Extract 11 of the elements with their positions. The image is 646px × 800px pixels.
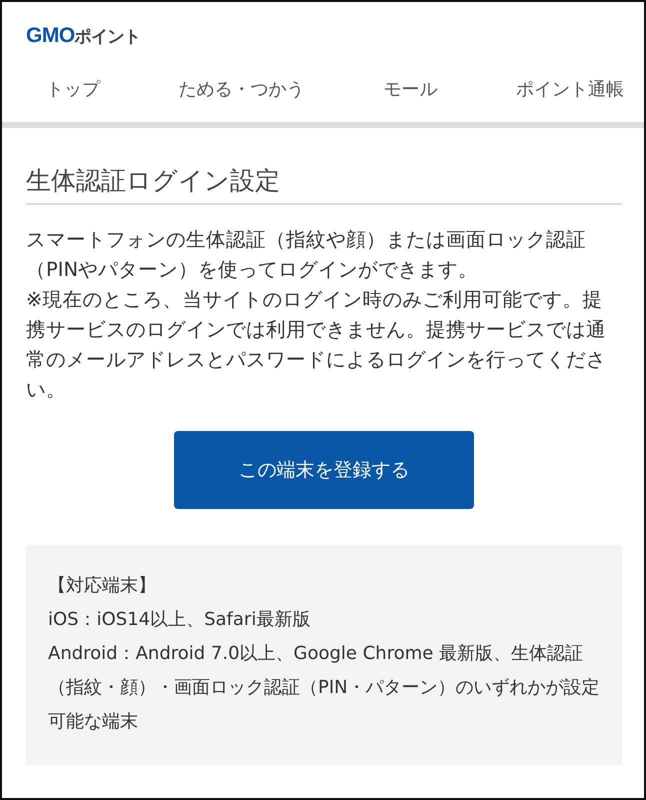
panel-heading: 【対応端末】 [48,574,157,598]
register-device-button[interactable]: この端末を登録する [174,431,474,509]
device-requirement-text: Android：Android 7.0以上、Google Chrome 最新版、生体認証（指紋・顔）・画面ロック認証（PIN・パターン）のいずれかが設定可能な端末 [48,642,600,734]
description-text: スマートフォンの生体認証（指紋や顔）または画面ロック認証（PINやパターン）を使ってログインができます。 ※現在のところ、当サイトのログイン時のみご利用可能です。提携サービスのログインでは利用できません。提携サービスでは通常のメールアドレスとパスワードによるログインを行ってください。 [26,227,607,403]
page-title: 生体認証ログイン設定 [26,164,622,205]
logo[interactable]: GMOポイント [26,24,141,48]
nav-tab[interactable]: トップ [46,77,100,101]
nav-tab[interactable]: ポイント通帳 [516,77,624,101]
nav-tab[interactable]: モール [383,77,438,101]
nav-tab[interactable]: ためる・つかう [178,77,305,101]
device-requirement-text: iOS：iOS14以上、Safari最新版 [48,608,312,632]
